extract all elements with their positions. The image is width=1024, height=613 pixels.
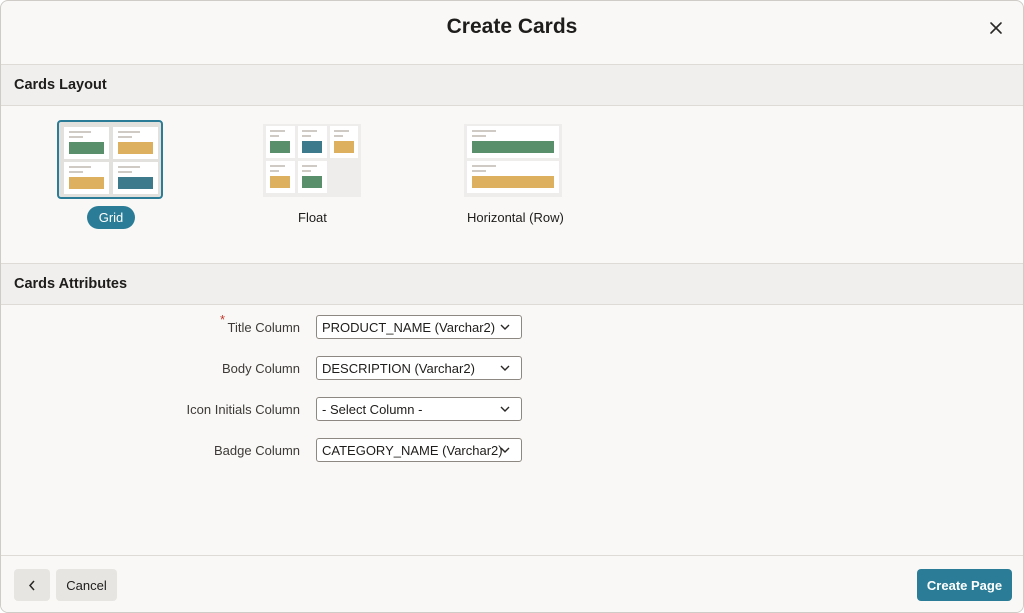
required-indicator: * (220, 312, 226, 327)
title-column-select[interactable]: PRODUCT_NAME (Varchar2) (316, 315, 522, 339)
create-cards-dialog: Create Cards Cards Layout Grid Float Hor… (0, 0, 1024, 613)
dialog-header: Create Cards (1, 1, 1023, 63)
icon-initials-column-value: - Select Column - (322, 402, 423, 417)
chevron-down-icon (500, 324, 510, 330)
icon-initials-column-row: Icon Initials Column - Select Column - (1, 397, 1023, 421)
cards-layout-section-header: Cards Layout (1, 64, 1023, 106)
close-button[interactable] (983, 15, 1009, 41)
body-column-label: Body Column (221, 361, 300, 376)
back-button[interactable] (14, 569, 50, 601)
icon-initials-column-select[interactable]: - Select Column - (316, 397, 522, 421)
badge-column-select[interactable]: CATEGORY_NAME (Varchar2) (316, 438, 522, 462)
body-column-value: DESCRIPTION (Varchar2) (322, 361, 475, 376)
cards-attributes-heading: Cards Attributes (14, 276, 128, 292)
layout-option-float[interactable]: Float (263, 106, 361, 232)
title-column-label: Title Column (227, 320, 300, 335)
cards-layout-heading: Cards Layout (14, 77, 107, 93)
icon-initials-column-label: Icon Initials Column (186, 402, 300, 417)
cards-layout-options: Grid Float Horizontal (Row) (1, 106, 1023, 263)
badge-column-label: Badge Column (214, 443, 300, 458)
layout-option-horizontal[interactable]: Horizontal (Row) (464, 106, 564, 232)
layout-option-grid[interactable]: Grid (57, 106, 163, 232)
body-column-select[interactable]: DESCRIPTION (Varchar2) (316, 356, 522, 380)
title-column-value: PRODUCT_NAME (Varchar2) (322, 320, 496, 335)
dialog-title: Create Cards (446, 15, 578, 38)
grid-layout-thumbnail (57, 120, 163, 199)
layout-option-float-label: Float (298, 210, 327, 225)
cancel-button[interactable]: Cancel (56, 569, 117, 601)
chevron-down-icon (500, 447, 510, 453)
horizontal-layout-thumbnail (464, 124, 562, 197)
cards-attributes-section-header: Cards Attributes (1, 263, 1023, 305)
body-column-row: Body Column DESCRIPTION (Varchar2) (1, 356, 1023, 380)
chevron-left-icon (28, 580, 35, 591)
chevron-down-icon (500, 406, 510, 412)
float-layout-thumbnail (263, 124, 361, 197)
badge-column-row: Badge Column CATEGORY_NAME (Varchar2) (1, 438, 1023, 462)
close-icon (990, 22, 1002, 34)
layout-option-horizontal-label: Horizontal (Row) (467, 210, 564, 225)
badge-column-value: CATEGORY_NAME (Varchar2) (322, 443, 503, 458)
title-column-row: * Title Column PRODUCT_NAME (Varchar2) (1, 312, 1023, 339)
create-page-button[interactable]: Create Page (917, 569, 1012, 601)
chevron-down-icon (500, 365, 510, 371)
layout-option-grid-label: Grid (87, 206, 135, 229)
dialog-footer: Cancel Create Page (1, 555, 1023, 612)
